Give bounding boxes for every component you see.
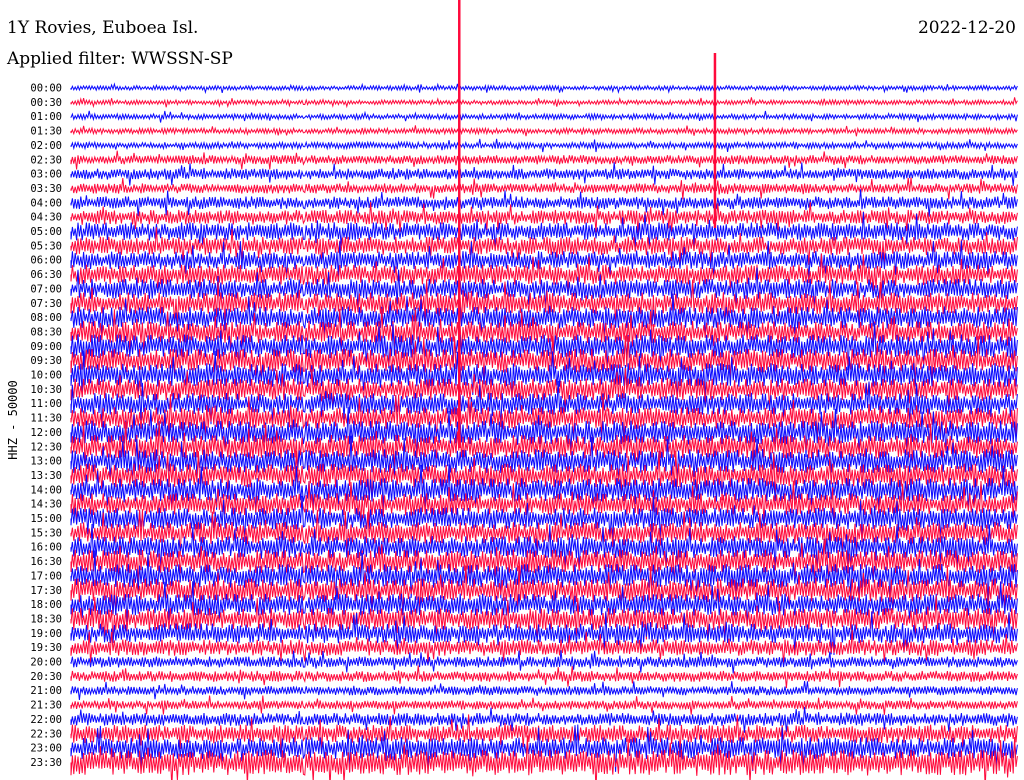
row-time-label: 16:30 (30, 556, 62, 568)
helicorder-plot: 00:00 00:30 01:00 01:30 02:00 02:30 03:00 03:30… (30, 0, 1018, 780)
row-time-label: 23:00 (30, 743, 62, 755)
row-time-label: 05:00 (30, 226, 62, 238)
row-time-label: 12:30 (30, 441, 62, 453)
row-time-label: 10:30 (30, 384, 62, 396)
row-time-label: 13:30 (30, 470, 62, 482)
seismic-trace-row (70, 735, 1018, 780)
seismic-trace-row (70, 177, 1018, 200)
seismic-trace-row (70, 150, 1018, 170)
row-time-label: 15:30 (30, 527, 62, 539)
row-time-label: 17:30 (30, 585, 62, 597)
seismic-trace-row (70, 96, 1018, 109)
seismic-trace-row (70, 162, 1018, 186)
row-time-label: 11:30 (30, 413, 62, 425)
row-time-label: 05:30 (30, 240, 62, 252)
seismic-trace-row (70, 138, 1018, 153)
row-time-label: 14:00 (30, 484, 62, 496)
row-time-label: 06:00 (30, 255, 62, 267)
row-time-label: 17:00 (30, 570, 62, 582)
row-time-label: 10:00 (30, 370, 62, 382)
row-time-label: 20:30 (30, 671, 62, 683)
row-time-label: 01:30 (30, 126, 62, 138)
seismic-trace-row (70, 125, 1018, 137)
row-time-label: 21:30 (30, 700, 62, 712)
row-time-label: 04:00 (30, 197, 62, 209)
row-time-label: 01:00 (30, 111, 62, 123)
seismic-trace-row (70, 695, 1018, 715)
row-time-label: 22:00 (30, 714, 62, 726)
row-time-label: 14:30 (30, 499, 62, 511)
row-time-label: 08:00 (30, 312, 62, 324)
row-time-label: 07:30 (30, 298, 62, 310)
row-time-label: 00:30 (30, 97, 62, 109)
row-time-label: 04:30 (30, 212, 62, 224)
row-time-label: 21:00 (30, 685, 62, 697)
seismic-trace-row (70, 82, 1018, 95)
row-time-label: 11:00 (30, 398, 62, 410)
row-time-label: 09:00 (30, 341, 62, 353)
row-time-label: 08:30 (30, 326, 62, 338)
row-time-label: 12:00 (30, 427, 62, 439)
row-time-label: 19:00 (30, 628, 62, 640)
row-time-label: 03:30 (30, 183, 62, 195)
row-time-label: 02:30 (30, 154, 62, 166)
row-time-label: 09:30 (30, 355, 62, 367)
row-time-label: 13:00 (30, 456, 62, 468)
row-time-label: 16:00 (30, 542, 62, 554)
row-time-label: 18:00 (30, 599, 62, 611)
seismic-trace-row (70, 110, 1018, 123)
seismic-trace-row (70, 665, 1018, 689)
row-time-label: 23:30 (30, 757, 62, 769)
row-time-label: 06:30 (30, 269, 62, 281)
row-time-label: 02:00 (30, 140, 62, 152)
row-time-label: 18:30 (30, 613, 62, 625)
seismic-trace-row (70, 680, 1018, 700)
row-time-label: 22:30 (30, 728, 62, 740)
row-time-label: 15:00 (30, 513, 62, 525)
row-time-label: 00:00 (30, 83, 62, 95)
row-time-label: 20:00 (30, 657, 62, 669)
row-time-label: 19:30 (30, 642, 62, 654)
row-time-label: 03:00 (30, 169, 62, 181)
row-time-label: 07:00 (30, 283, 62, 295)
